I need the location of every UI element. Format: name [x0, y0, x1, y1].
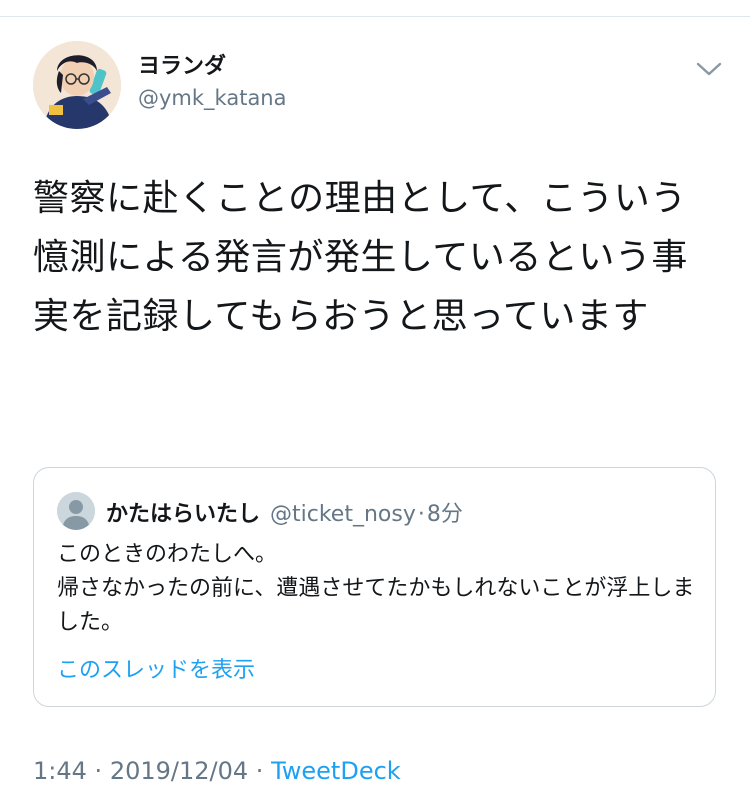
quoted-tweet-text: このときのわたしへ。 帰さなかったの前に、遭遇させてたかもしれないことが浮上しま… [57, 542, 695, 635]
meta-separator-2: · [255, 757, 264, 785]
tweet-date[interactable]: 2019/12/04 [110, 757, 248, 785]
quoted-tweet-card[interactable]: かたはらいたし @ticket_nosy·8分 このときのわたしへ。 帰さなかった… [33, 467, 716, 707]
meta-separator: · [94, 757, 103, 785]
top-divider [0, 16, 750, 17]
author-name[interactable]: ヨランダ [138, 48, 226, 80]
tweet-text: 警察に赴くことの理由として、こういう憶測による発言が発生しているという事実を記録… [33, 178, 688, 337]
quoted-author-handle: @ticket_nosy [270, 502, 416, 527]
quoted-tweet-header: かたはらいたし @ticket_nosy·8分 [106, 496, 463, 528]
author-avatar[interactable] [33, 41, 121, 129]
author-handle[interactable]: @ymk_katana [138, 86, 287, 110]
quoted-separator: · [417, 502, 425, 527]
chevron-down-icon [696, 62, 722, 76]
tweet-source-link[interactable]: TweetDeck [271, 757, 401, 785]
quoted-author-name: かたはらいたし [106, 502, 261, 527]
quoted-timestamp[interactable]: 8分 [427, 502, 463, 527]
profile-avatar-illustration [33, 41, 121, 129]
tweet-time[interactable]: 1:44 [33, 757, 87, 785]
quoted-author-avatar[interactable] [57, 492, 95, 530]
default-user-icon [57, 492, 95, 530]
tweet-menu-button[interactable] [694, 58, 724, 80]
show-thread-link[interactable]: このスレッドを表示 [57, 652, 255, 684]
tweet-metadata: 1:44 · 2019/12/04 · TweetDeck [33, 757, 401, 785]
